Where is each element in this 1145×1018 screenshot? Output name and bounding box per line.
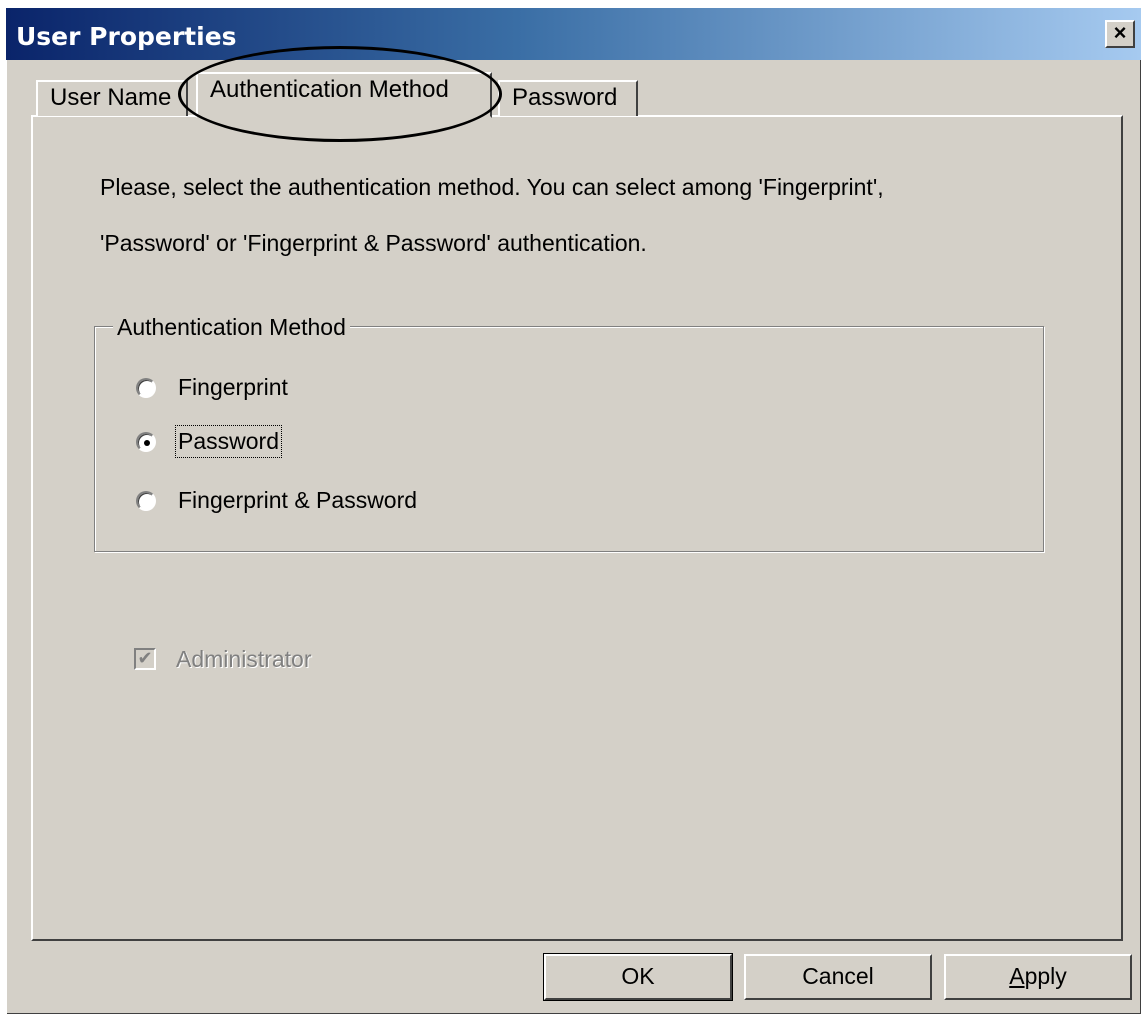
tab-authentication-method[interactable]: Authentication Method <box>196 72 492 118</box>
title-bar[interactable]: User Properties × <box>6 8 1141 60</box>
tab-label: Password <box>512 84 618 111</box>
radio-label: Fingerprint <box>178 374 288 400</box>
window-title: User Properties <box>16 22 237 51</box>
description-line-1: Please, select the authentication method… <box>100 174 884 200</box>
checkmark-icon: ✔ <box>137 648 153 668</box>
tab-password[interactable]: Password <box>498 80 638 116</box>
close-icon: × <box>1113 20 1127 45</box>
checkbox-checked-icon[interactable]: ✔ <box>134 648 156 670</box>
radio-label: Password <box>175 425 282 458</box>
tab-label: User Name <box>50 84 172 111</box>
tab-user-name[interactable]: User Name <box>36 80 188 116</box>
tab-label: Authentication Method <box>210 76 449 103</box>
radio-selected-dot <box>144 440 150 446</box>
ok-button[interactable]: OK <box>543 953 733 1001</box>
apply-button[interactable]: Apply <box>944 954 1132 1000</box>
administrator-label: Administrator <box>176 646 312 672</box>
group-legend: Authentication Method <box>113 314 350 341</box>
description-line-2: 'Password' or 'Fingerprint & Password' a… <box>100 230 647 256</box>
radio-button-icon[interactable] <box>136 378 156 398</box>
close-button[interactable]: × <box>1105 20 1135 48</box>
radio-button-icon[interactable] <box>136 491 156 511</box>
cancel-button[interactable]: Cancel <box>744 954 932 1000</box>
radio-button-icon[interactable] <box>136 432 156 452</box>
radio-label: Fingerprint & Password <box>178 487 418 513</box>
